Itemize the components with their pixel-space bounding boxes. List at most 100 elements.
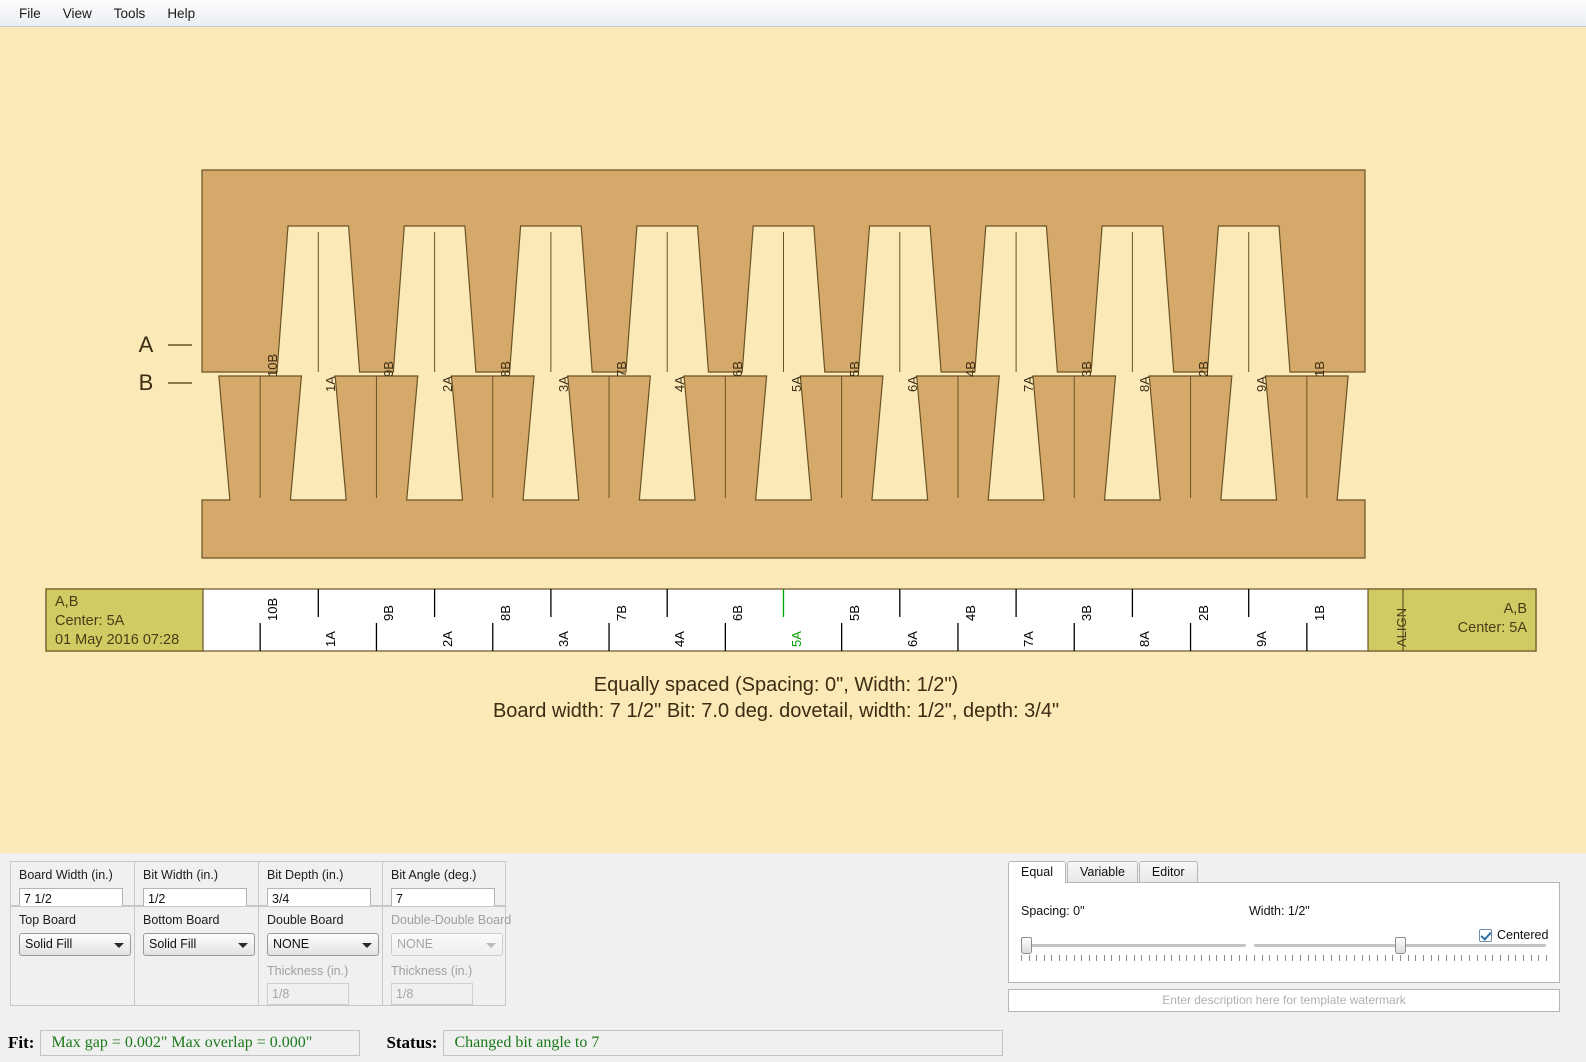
width-slider[interactable]	[1254, 937, 1546, 953]
template-mark-label-4a: 4A	[672, 631, 687, 647]
slider-tick	[1346, 955, 1347, 961]
slider-tick	[1300, 955, 1301, 961]
joint-label-2b: 2B	[1196, 361, 1211, 377]
bottom-board-label: Bottom Board	[143, 913, 250, 927]
double-thickness-input[interactable]	[267, 983, 349, 1005]
slider-tick	[1246, 955, 1247, 961]
slider-tick	[1141, 955, 1142, 961]
slider-tick	[1377, 955, 1378, 961]
double-double-thickness-input[interactable]	[391, 983, 473, 1005]
slider-tick	[1044, 955, 1045, 961]
caption-line-2: Board width: 7 1/2" Bit: 7.0 deg. doveta…	[493, 700, 1059, 722]
template-mark-label-4b: 4B	[963, 605, 978, 621]
double-double-board-select[interactable]: NONE	[391, 933, 503, 956]
slider-tick	[1339, 955, 1340, 961]
template-mark-label-9a: 9A	[1254, 631, 1269, 647]
slider-tick	[1164, 955, 1165, 961]
slider-tick	[1036, 955, 1037, 961]
chevron-down-icon	[114, 943, 124, 948]
top-board-select[interactable]: Solid Fill	[19, 933, 131, 956]
status-key-label: Status:	[360, 1033, 443, 1053]
slider-tick	[1277, 955, 1278, 961]
joint-label-8a: 8A	[1137, 376, 1152, 392]
spacing-slider-ticks	[1021, 955, 1246, 962]
bit-width-cell: Bit Width (in.)	[135, 862, 259, 905]
slider-tick	[1269, 955, 1270, 961]
bit-depth-label: Bit Depth (in.)	[267, 868, 374, 882]
slider-tick	[1254, 955, 1255, 961]
bottom-board-select[interactable]: Solid Fill	[143, 933, 255, 956]
slider-tick	[1515, 955, 1516, 961]
top-board-cell: Top Board Solid Fill	[11, 907, 135, 1005]
template-mark-label-3b: 3B	[1079, 605, 1094, 621]
joint-label-3a: 3A	[556, 376, 571, 392]
slider-tick	[1531, 955, 1532, 961]
double-thickness-label: Thickness (in.)	[267, 964, 374, 978]
template-left-line-1: A,B	[55, 594, 78, 610]
slider-tick	[1362, 955, 1363, 961]
template-mark-label-1a: 1A	[323, 631, 338, 647]
tab-editor[interactable]: Editor	[1139, 861, 1198, 883]
bit-angle-cell: Bit Angle (deg.)	[383, 862, 506, 905]
menu-item-help[interactable]: Help	[156, 3, 206, 24]
spacing-slider-thumb[interactable]	[1021, 937, 1032, 954]
slider-tick	[1538, 955, 1539, 961]
slider-tick	[1066, 955, 1067, 961]
slider-tick	[1392, 955, 1393, 961]
template-mark-label-9b: 9B	[381, 605, 396, 621]
template-left-line-2: Center: 5A	[55, 613, 125, 629]
slider-tick	[1315, 955, 1316, 961]
chevron-down-icon	[486, 943, 496, 948]
double-double-board-cell: Double-Double Board NONE Thickness (in.)	[383, 907, 506, 1005]
slider-tick	[1285, 955, 1286, 961]
spacing-slider[interactable]	[1021, 937, 1246, 953]
slider-tick	[1408, 955, 1409, 961]
template-mark-label-7b: 7B	[614, 605, 629, 621]
menu-item-file[interactable]: File	[8, 3, 52, 24]
watermark-description-input[interactable]: Enter description here for template wate…	[1008, 989, 1560, 1012]
width-slider-ticks	[1254, 955, 1546, 962]
menu-item-view[interactable]: View	[52, 3, 103, 24]
width-slider-thumb[interactable]	[1395, 937, 1406, 954]
tab-equal[interactable]: Equal	[1008, 861, 1066, 883]
joint-label-4a: 4A	[672, 376, 687, 392]
bottom-board-cell: Bottom Board Solid Fill	[135, 907, 259, 1005]
slider-tick	[1209, 955, 1210, 961]
double-double-thickness-label: Thickness (in.)	[391, 964, 498, 978]
joint-label-5b: 5B	[847, 361, 862, 377]
slider-tick	[1369, 955, 1370, 961]
joint-drawing-canvas[interactable]: ABA,BCenter: 5A01 May 2016 07:28A,BCente…	[0, 27, 1586, 853]
slider-tick	[1438, 955, 1439, 961]
double-board-select[interactable]: NONE	[267, 933, 379, 956]
slider-tick	[1059, 955, 1060, 961]
slider-tick	[1239, 955, 1240, 961]
spacing-slider-track[interactable]	[1021, 944, 1246, 947]
template-mark-label-5b: 5B	[847, 605, 862, 621]
slider-tick	[1134, 955, 1135, 961]
template-mark-label-8b: 8B	[498, 605, 513, 621]
boards-group: Top Board Solid Fill Bottom Board Solid …	[10, 906, 506, 1006]
joint-label-9b: 9B	[381, 361, 396, 377]
bit-angle-label: Bit Angle (deg.)	[391, 868, 498, 882]
joint-label-8b: 8B	[498, 361, 513, 377]
tab-variable[interactable]: Variable	[1067, 861, 1138, 883]
slider-tick	[1477, 955, 1478, 961]
top-board-value: Solid Fill	[25, 937, 72, 951]
slider-tick	[1546, 955, 1547, 961]
fit-key-label: Fit:	[0, 1033, 40, 1053]
menu-item-tools[interactable]: Tools	[103, 3, 157, 24]
width-value-label: Width: 1/2"	[1249, 904, 1310, 918]
slider-tick	[1156, 955, 1157, 961]
slider-tick	[1051, 955, 1052, 961]
template-mark-label-2b: 2B	[1196, 605, 1211, 621]
slider-tick	[1400, 955, 1401, 961]
slider-tick	[1385, 955, 1386, 961]
slider-tick	[1415, 955, 1416, 961]
joint-label-9a: 9A	[1254, 376, 1269, 392]
slider-tick	[1523, 955, 1524, 961]
slider-tick	[1508, 955, 1509, 961]
fit-value: Max gap = 0.002" Max overlap = 0.000"	[40, 1030, 360, 1056]
bit-depth-cell: Bit Depth (in.)	[259, 862, 383, 905]
template-mark-label-10b: 10B	[265, 598, 280, 621]
joint-label-6a: 6A	[905, 376, 920, 392]
